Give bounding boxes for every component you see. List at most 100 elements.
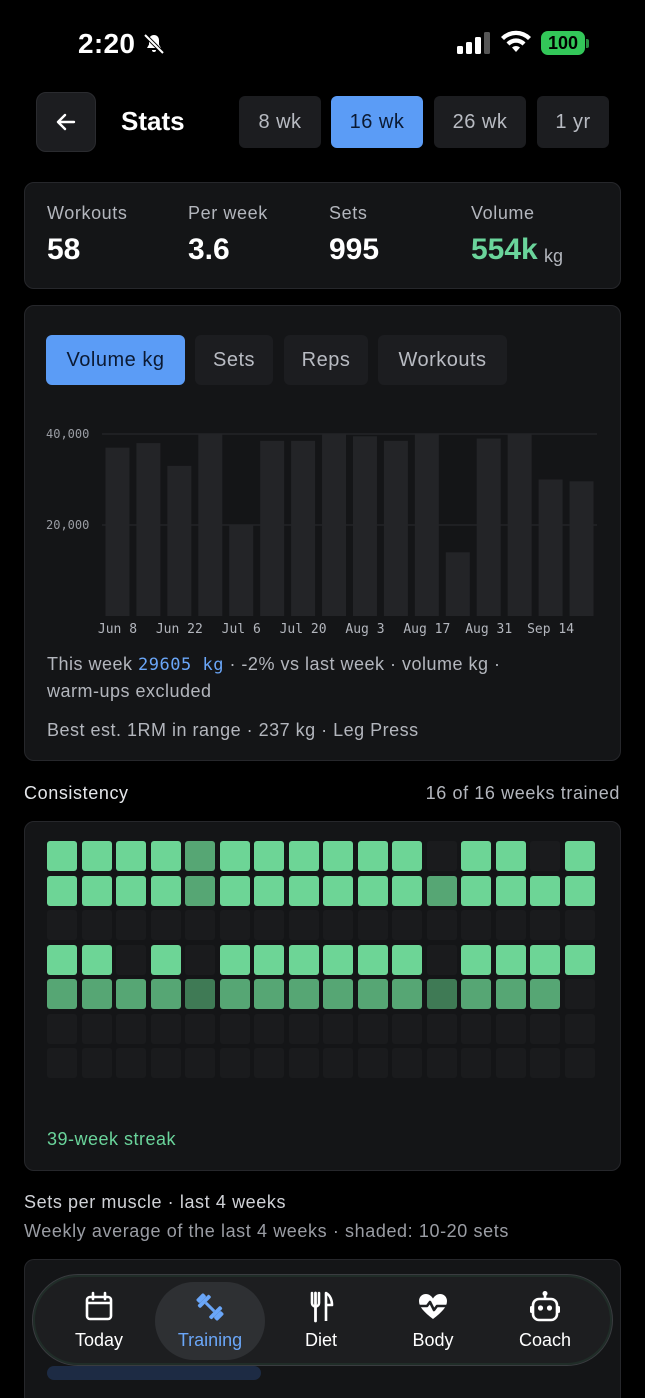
wifi-icon <box>501 30 531 52</box>
x-tick-label: Aug 3 <box>345 622 384 637</box>
consistency-cell <box>357 1048 388 1078</box>
consistency-cell <box>564 910 595 940</box>
chart-bar <box>414 434 439 616</box>
consistency-cell <box>219 1048 250 1078</box>
consistency-cell <box>323 944 353 975</box>
chart-bar <box>322 434 347 616</box>
consistency-cell <box>81 1048 112 1078</box>
chart-bar <box>198 434 223 616</box>
consistency-cell <box>392 944 422 975</box>
nav-body[interactable]: Body <box>378 1282 488 1360</box>
best-1rm-note: Best est. 1RM in range · 237 kg · Leg Pr… <box>47 720 419 740</box>
consistency-cell <box>150 1048 181 1078</box>
y-tick-label: 20,000 <box>46 518 89 532</box>
tab-metric-reps[interactable]: Reps <box>284 335 368 385</box>
consistency-cell <box>392 1048 422 1078</box>
consistency-cell <box>495 1048 526 1078</box>
consistency-cell <box>357 910 388 940</box>
workouts-value: 58 <box>47 233 81 266</box>
nav-coach-label: Coach <box>518 1330 572 1350</box>
consistency-cell <box>219 910 250 940</box>
consistency-cell <box>426 1048 457 1078</box>
consistency-cell <box>219 944 250 975</box>
streak-label: 39-week streak <box>47 1129 177 1149</box>
consistency-cell <box>426 910 457 940</box>
consistency-cell <box>219 979 250 1009</box>
tab-metric-workouts[interactable]: Workouts <box>378 335 507 385</box>
consistency-cell <box>47 979 77 1009</box>
tab-metric-volume[interactable]: Volume kg <box>46 335 185 385</box>
consistency-cell <box>185 841 215 871</box>
consistency-cell <box>426 875 457 906</box>
status-time: 2:20 <box>78 28 136 59</box>
chart-bar <box>445 552 470 616</box>
consistency-cell <box>461 979 491 1009</box>
x-tick-label: Jun 8 <box>98 622 137 637</box>
nav-training[interactable]: Training <box>155 1282 265 1360</box>
back-button[interactable] <box>36 92 96 152</box>
nav-diet-label: Diet <box>304 1330 337 1350</box>
consistency-cell <box>564 979 595 1009</box>
warmups-note: warm-ups excluded <box>47 681 212 701</box>
nav-diet[interactable]: Diet <box>266 1282 376 1360</box>
tab-range-8wk[interactable]: 8 wk <box>239 96 321 148</box>
arrow-left-icon <box>56 113 76 131</box>
x-tick-label: Aug 17 <box>403 622 450 637</box>
consistency-cell <box>185 979 215 1009</box>
consistency-cell <box>116 944 146 975</box>
consistency-cell <box>392 979 422 1009</box>
consistency-cell <box>392 910 422 940</box>
calendar-icon <box>85 1291 113 1321</box>
chart-bar <box>352 436 377 616</box>
consistency-cell <box>116 1048 146 1078</box>
consistency-cell <box>185 875 215 906</box>
consistency-cell <box>461 875 491 906</box>
consistency-cell <box>288 944 319 975</box>
consistency-cell <box>426 1013 457 1044</box>
signal-icon <box>457 32 490 54</box>
muscle-bar <box>47 1366 261 1380</box>
consistency-cell <box>530 1048 560 1078</box>
consistency-cell <box>219 841 250 871</box>
consistency-cell <box>288 1048 319 1078</box>
robot-icon <box>530 1291 560 1322</box>
chart-bar <box>260 440 285 616</box>
tab-range-26wk[interactable]: 26 wk <box>434 96 526 148</box>
consistency-cell <box>185 1013 215 1044</box>
consistency-cell <box>461 841 491 871</box>
chart-bar <box>569 481 594 616</box>
chart-bar <box>476 438 501 616</box>
consistency-cell <box>530 979 560 1009</box>
consistency-cell <box>116 875 146 906</box>
per-week-value: 3.6 <box>188 233 230 266</box>
tab-range-1yr[interactable]: 1 yr <box>537 96 609 148</box>
consistency-cell <box>150 1013 181 1044</box>
consistency-cell <box>495 875 526 906</box>
this-week-value: 29605 kg <box>138 655 224 675</box>
consistency-cell <box>185 1048 215 1078</box>
consistency-cell <box>47 1013 77 1044</box>
consistency-cell <box>116 841 146 871</box>
consistency-cell <box>495 979 526 1009</box>
consistency-cell <box>323 1013 353 1044</box>
nav-coach[interactable]: Coach <box>490 1282 600 1360</box>
sets-value: 995 <box>329 233 380 266</box>
consistency-cell <box>495 910 526 940</box>
consistency-cell <box>288 841 319 871</box>
nav-today[interactable]: Today <box>44 1282 154 1360</box>
per-week-label: Per week <box>188 203 268 223</box>
volume-unit: kg <box>544 246 564 266</box>
consistency-cell <box>81 979 112 1009</box>
consistency-cell <box>47 875 77 906</box>
consistency-cell <box>288 910 319 940</box>
bell-muted-icon <box>143 33 165 55</box>
muscle-section-subtitle: Weekly average of the last 4 weeks · sha… <box>24 1221 509 1241</box>
chart-bar <box>291 440 316 616</box>
consistency-cell <box>81 841 112 871</box>
nav-today-label: Today <box>74 1330 124 1350</box>
consistency-cell <box>81 1013 112 1044</box>
tab-metric-sets[interactable]: Sets <box>195 335 273 385</box>
consistency-cell <box>392 1013 422 1044</box>
tab-range-16wk[interactable]: 16 wk <box>331 96 423 148</box>
volume-label: Volume <box>471 203 535 223</box>
